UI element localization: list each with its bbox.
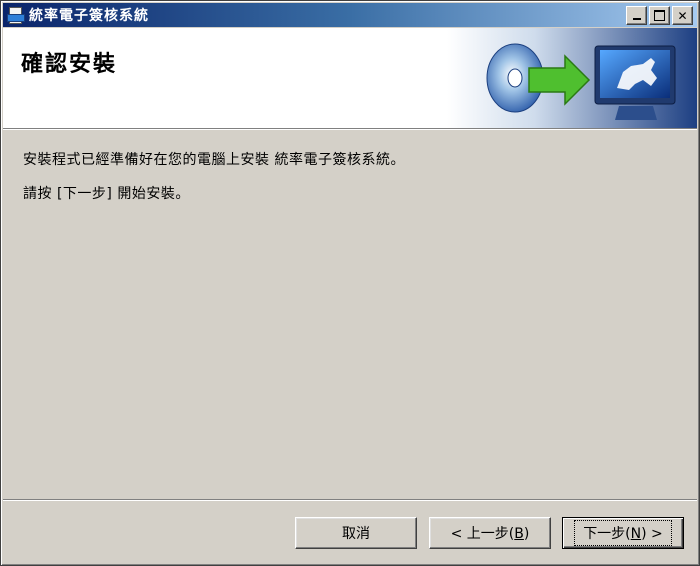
next-button[interactable]: 下一步(N) > [562, 517, 684, 549]
wizard-header: 確認安裝 [3, 28, 697, 129]
window-title: 統率電子簽核系統 [29, 8, 149, 24]
cancel-button-label: 取消 [342, 526, 370, 542]
install-banner-icon [447, 28, 697, 128]
installer-window: 統率電子簽核系統 ✕ 確認安裝 安裝程式已經準備好在您的電腦上安裝 統率電子簽核… [0, 0, 700, 566]
back-button[interactable]: < 上一步(B) [429, 517, 551, 549]
back-button-label: < 上一步(B) [450, 526, 530, 542]
cancel-button[interactable]: 取消 [295, 517, 417, 549]
window-controls: ✕ [626, 6, 693, 25]
wizard-content: 安裝程式已經準備好在您的電腦上安裝 統率電子簽核系統。 請按 [下一步] 開始安… [23, 149, 679, 217]
page-title: 確認安裝 [21, 52, 118, 77]
minimize-button[interactable] [626, 6, 647, 25]
next-button-label: 下一步(N) > [574, 520, 672, 546]
ready-message: 安裝程式已經準備好在您的電腦上安裝 統率電子簽核系統。 [23, 152, 405, 168]
close-button[interactable]: ✕ [672, 6, 693, 25]
title-bar[interactable]: 統率電子簽核系統 ✕ [3, 3, 697, 27]
instruction-message: 請按 [下一步] 開始安裝。 [23, 186, 190, 202]
app-icon[interactable] [7, 6, 25, 24]
maximize-button[interactable] [649, 6, 670, 25]
